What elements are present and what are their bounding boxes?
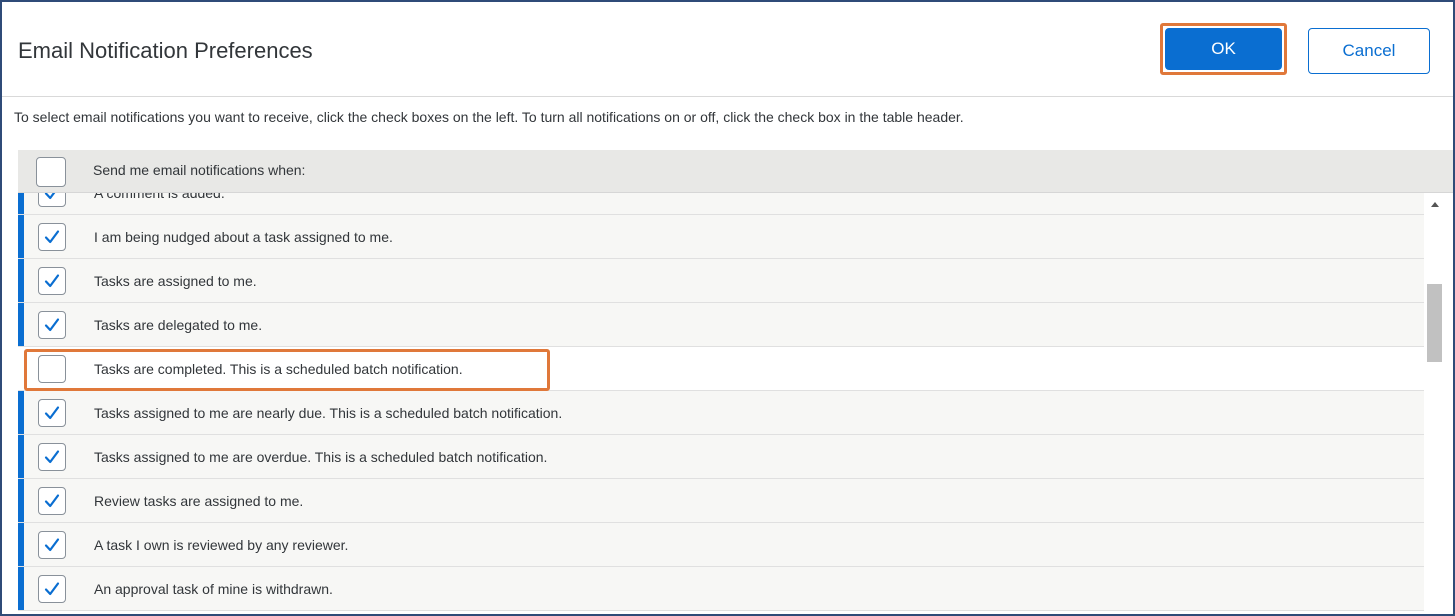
notification-label: An approval task of mine is withdrawn.: [94, 581, 333, 597]
notification-row[interactable]: I am being nudged about a task assigned …: [18, 215, 1424, 259]
table-header: Send me email notifications when:: [18, 150, 1453, 193]
notification-row[interactable]: Tasks are delegated to me.: [18, 303, 1424, 347]
ok-button[interactable]: OK: [1165, 28, 1282, 70]
notification-row[interactable]: Tasks assigned to me are nearly due. Thi…: [18, 391, 1424, 435]
scrollbar[interactable]: [1424, 193, 1447, 614]
notification-row[interactable]: Review tasks are assigned to me.: [18, 479, 1424, 523]
scroll-thumb[interactable]: [1427, 284, 1442, 362]
cancel-button[interactable]: Cancel: [1308, 28, 1430, 74]
notification-checkbox[interactable]: [38, 531, 66, 559]
scroll-up-arrow-icon[interactable]: [1431, 202, 1439, 207]
notification-label: Tasks are delegated to me.: [94, 317, 263, 333]
dialog-header: Email Notification Preferences OK Cancel: [2, 2, 1453, 97]
notification-label: Review tasks are assigned to me.: [94, 493, 304, 509]
select-all-checkbox[interactable]: [36, 157, 66, 187]
notification-label: Tasks assigned to me are nearly due. Thi…: [94, 405, 563, 421]
notification-checkbox[interactable]: [38, 487, 66, 515]
email-notification-dialog: Email Notification Preferences OK Cancel…: [0, 0, 1455, 616]
notification-checkbox[interactable]: [38, 399, 66, 427]
checkmark-icon: [43, 536, 61, 554]
notification-checkbox[interactable]: [38, 193, 66, 207]
notification-label: A comment is added.: [94, 193, 225, 201]
table-header-label: Send me email notifications when:: [93, 162, 306, 178]
notification-label: Tasks assigned to me are overdue. This i…: [94, 449, 548, 465]
notification-label: A task I own is reviewed by any reviewer…: [94, 537, 349, 553]
checkmark-icon: [43, 404, 61, 422]
checkmark-icon: [43, 316, 61, 334]
notification-label: I am being nudged about a task assigned …: [94, 229, 393, 245]
checkmark-icon: [43, 272, 61, 290]
notification-row[interactable]: An approval task of mine is withdrawn.: [18, 567, 1424, 611]
notification-row[interactable]: A task I own is reviewed by any reviewer…: [18, 523, 1424, 567]
notification-checkbox[interactable]: [38, 267, 66, 295]
checkmark-icon: [43, 193, 61, 202]
notification-row[interactable]: Tasks assigned to me are overdue. This i…: [18, 435, 1424, 479]
checkmark-icon: [43, 448, 61, 466]
notification-label: Tasks are assigned to me.: [94, 273, 257, 289]
notification-row[interactable]: A comment is added.: [18, 193, 1424, 215]
notification-row[interactable]: Tasks are completed. This is a scheduled…: [18, 347, 1424, 391]
checkmark-icon: [43, 580, 61, 598]
notification-label: Tasks are completed. This is a scheduled…: [94, 361, 463, 377]
notification-list: A comment is added. I am being nudged abo…: [18, 193, 1424, 614]
notification-row[interactable]: Tasks are assigned to me.: [18, 259, 1424, 303]
notification-checkbox[interactable]: [38, 443, 66, 471]
notification-checkbox[interactable]: [38, 311, 66, 339]
notification-checkbox[interactable]: [38, 355, 66, 383]
instructions-text: To select email notifications you want t…: [14, 109, 964, 125]
checkmark-icon: [43, 492, 61, 510]
notification-checkbox[interactable]: [38, 223, 66, 251]
checkmark-icon: [43, 228, 61, 246]
notification-checkbox[interactable]: [38, 575, 66, 603]
dialog-title: Email Notification Preferences: [18, 38, 313, 63]
